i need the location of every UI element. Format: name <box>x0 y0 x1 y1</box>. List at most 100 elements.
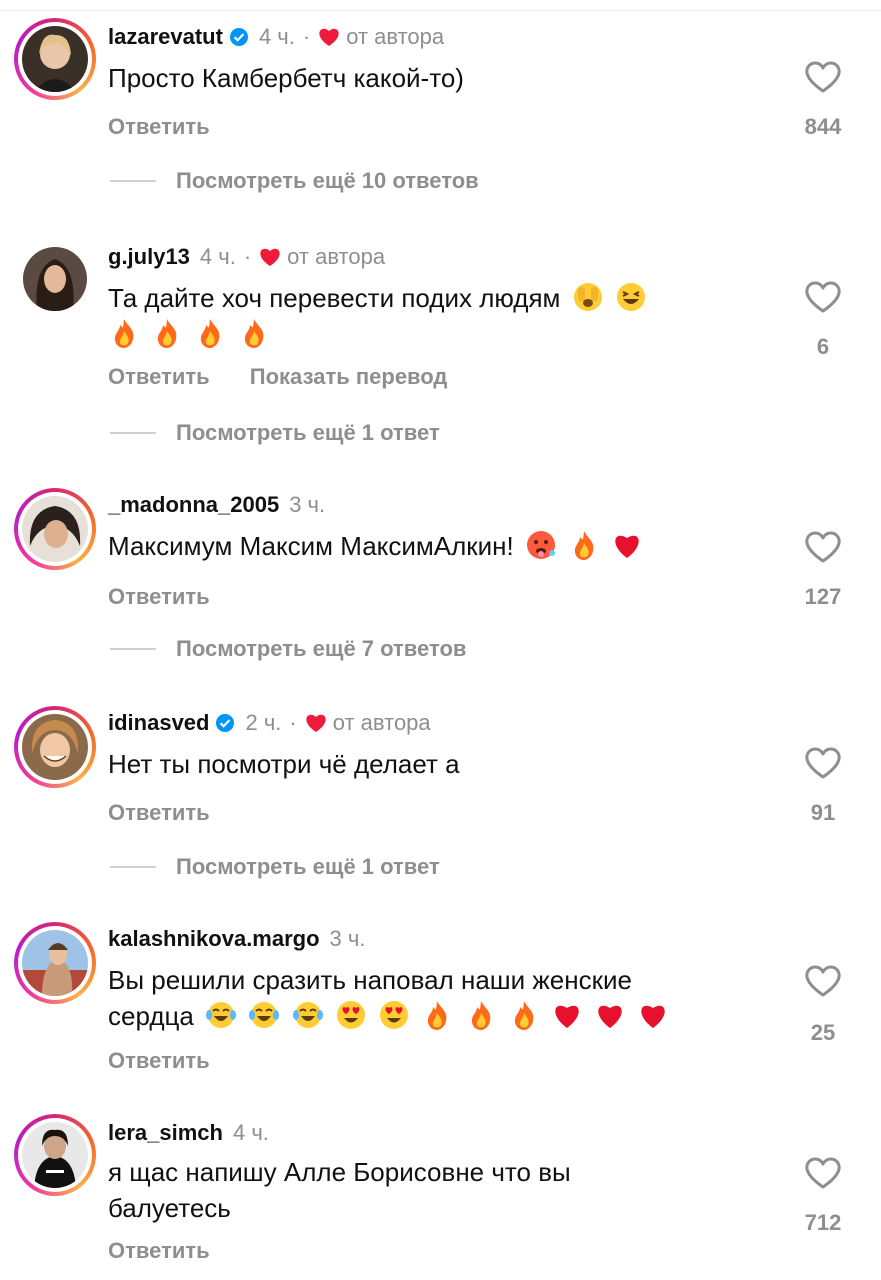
reply-button[interactable]: Ответить <box>108 1048 210 1073</box>
like-count: 844 <box>804 114 842 139</box>
divider-line <box>110 648 156 650</box>
view-more-replies[interactable]: Посмотреть ещё 1 ответ <box>110 854 440 880</box>
comment-actions: Ответить <box>108 1238 244 1264</box>
divider-line <box>110 432 156 434</box>
comment-text-content: Максимум Максим МаксимАлкин! <box>108 531 514 561</box>
like-heart-icon[interactable] <box>804 280 842 314</box>
comment-text: Максимум Максим МаксимАлкин! <box>108 528 748 564</box>
fire-emoji <box>471 1001 490 1030</box>
avatar-story-ring[interactable] <box>14 18 96 100</box>
comment-text: Нет ты посмотри чё делает а <box>108 749 460 779</box>
fire-emoji <box>201 319 220 348</box>
fire-emoji <box>514 1001 534 1030</box>
author-heart-icon <box>306 714 326 732</box>
timestamp: 4 ч. <box>199 244 236 269</box>
view-more-replies[interactable]: Посмотреть ещё 7 ответов <box>110 636 466 662</box>
fire-emoji <box>114 319 134 348</box>
like-heart-icon[interactable] <box>804 746 842 780</box>
comment-text: Просто Камбербетч какой-то) <box>108 63 464 93</box>
comment-text: Вы решили сразить наповал наши женские с… <box>108 962 748 1034</box>
comment-actions: Ответить <box>108 584 244 610</box>
like-heart-icon[interactable] <box>804 60 842 94</box>
avatar-story-ring[interactable] <box>14 922 96 1004</box>
comment-text-line2: сердца <box>108 1001 194 1031</box>
view-more-replies[interactable]: Посмотреть ещё 1 ответ <box>110 420 440 446</box>
timestamp: 4 ч. <box>258 24 295 49</box>
heart-eyes-emoji <box>380 1001 409 1029</box>
comment-header: lazarevatut 4 ч. · от автора <box>108 24 445 50</box>
reply-button[interactable]: Ответить <box>108 1238 210 1263</box>
avatar-story-ring[interactable] <box>14 706 96 788</box>
avatar <box>22 714 88 780</box>
divider-line <box>110 866 156 868</box>
reply-button[interactable]: Ответить <box>108 364 210 389</box>
red-heart-emoji <box>598 1005 622 1028</box>
fire-emoji <box>428 1001 447 1030</box>
like-count: 91 <box>810 800 836 825</box>
comment-header: _madonna_2005 3 ч. <box>108 492 325 518</box>
timestamp: 3 ч. <box>329 926 366 951</box>
author-heart-icon <box>260 248 280 266</box>
like-heart-icon[interactable] <box>804 530 842 564</box>
avatar-wrap[interactable] <box>14 238 96 320</box>
avatar <box>22 496 88 562</box>
comment-header: lera_simch 4 ч. <box>108 1120 269 1146</box>
comment-header: kalashnikova.margo 3 ч. <box>108 926 365 952</box>
red-heart-emoji <box>615 535 640 558</box>
comment-actions: Ответить <box>108 114 244 140</box>
verified-badge-icon <box>216 714 235 732</box>
divider-line <box>110 180 156 182</box>
username[interactable]: idinasved <box>108 710 209 736</box>
comment-text-content: Вы решили сразить наповал наши женские <box>108 965 632 995</box>
like-count: 25 <box>810 1020 836 1045</box>
face-peeking-emoji <box>573 283 602 311</box>
username[interactable]: kalashnikova.margo <box>108 926 320 952</box>
avatar-story-ring[interactable] <box>14 1114 96 1196</box>
tears-of-joy-emoji <box>206 1002 237 1028</box>
comment-text-line2: балуетесь <box>108 1193 231 1223</box>
comment-text-content: Та дайте хоч перевести подих людям <box>108 283 561 313</box>
comment-header: g.july13 4 ч. · от автора <box>108 244 386 270</box>
username[interactable]: lera_simch <box>108 1120 223 1146</box>
like-heart-icon[interactable] <box>804 964 842 998</box>
comment-text: Та дайте хоч перевести подих людям <box>108 280 748 352</box>
view-more-replies-label: Посмотреть ещё 1 ответ <box>176 420 440 445</box>
reply-button[interactable]: Ответить <box>108 800 210 825</box>
timestamp: 2 ч. <box>245 710 282 735</box>
verified-badge-icon <box>229 28 248 46</box>
top-divider <box>0 10 881 11</box>
avatar <box>22 26 88 92</box>
comment-text-content: я щас напишу Алле Борисовне что вы <box>108 1157 571 1187</box>
comment-actions: Ответить <box>108 1048 244 1074</box>
avatar <box>22 1122 88 1188</box>
tears-of-joy-emoji <box>292 1002 323 1028</box>
author-heart-icon <box>319 28 339 46</box>
like-count: 712 <box>804 1210 842 1235</box>
timestamp: 3 ч. <box>289 492 326 517</box>
grinning-squint-emoji <box>616 283 645 311</box>
like-heart-icon[interactable] <box>804 1156 842 1190</box>
red-heart-emoji <box>555 1005 579 1028</box>
hot-face-emoji <box>526 531 555 559</box>
username[interactable]: _madonna_2005 <box>108 492 279 518</box>
view-more-replies-label: Посмотреть ещё 10 ответов <box>176 168 479 193</box>
fire-emoji <box>158 319 177 348</box>
tears-of-joy-emoji <box>249 1002 280 1028</box>
fire-emoji <box>244 319 264 348</box>
reply-button[interactable]: Ответить <box>108 584 210 609</box>
heart-eyes-emoji <box>336 1001 365 1029</box>
reply-button[interactable]: Ответить <box>108 114 210 139</box>
avatar-story-ring[interactable] <box>14 488 96 570</box>
view-more-replies-label: Посмотреть ещё 7 ответов <box>176 636 467 661</box>
like-count: 127 <box>804 584 842 609</box>
username[interactable]: lazarevatut <box>108 24 223 50</box>
username[interactable]: g.july13 <box>108 244 190 270</box>
view-more-replies[interactable]: Посмотреть ещё 10 ответов <box>110 168 479 194</box>
comment-actions: Ответить Показать перевод <box>108 364 481 390</box>
author-like-label: от автора <box>287 244 386 269</box>
author-like-label: от автора <box>332 710 431 735</box>
comment-text: я щас напишу Алле Борисовне что вы балуе… <box>108 1154 748 1226</box>
like-count: 6 <box>816 334 830 359</box>
fire-emoji-row <box>108 319 270 349</box>
show-translation-button[interactable]: Показать перевод <box>250 364 448 389</box>
